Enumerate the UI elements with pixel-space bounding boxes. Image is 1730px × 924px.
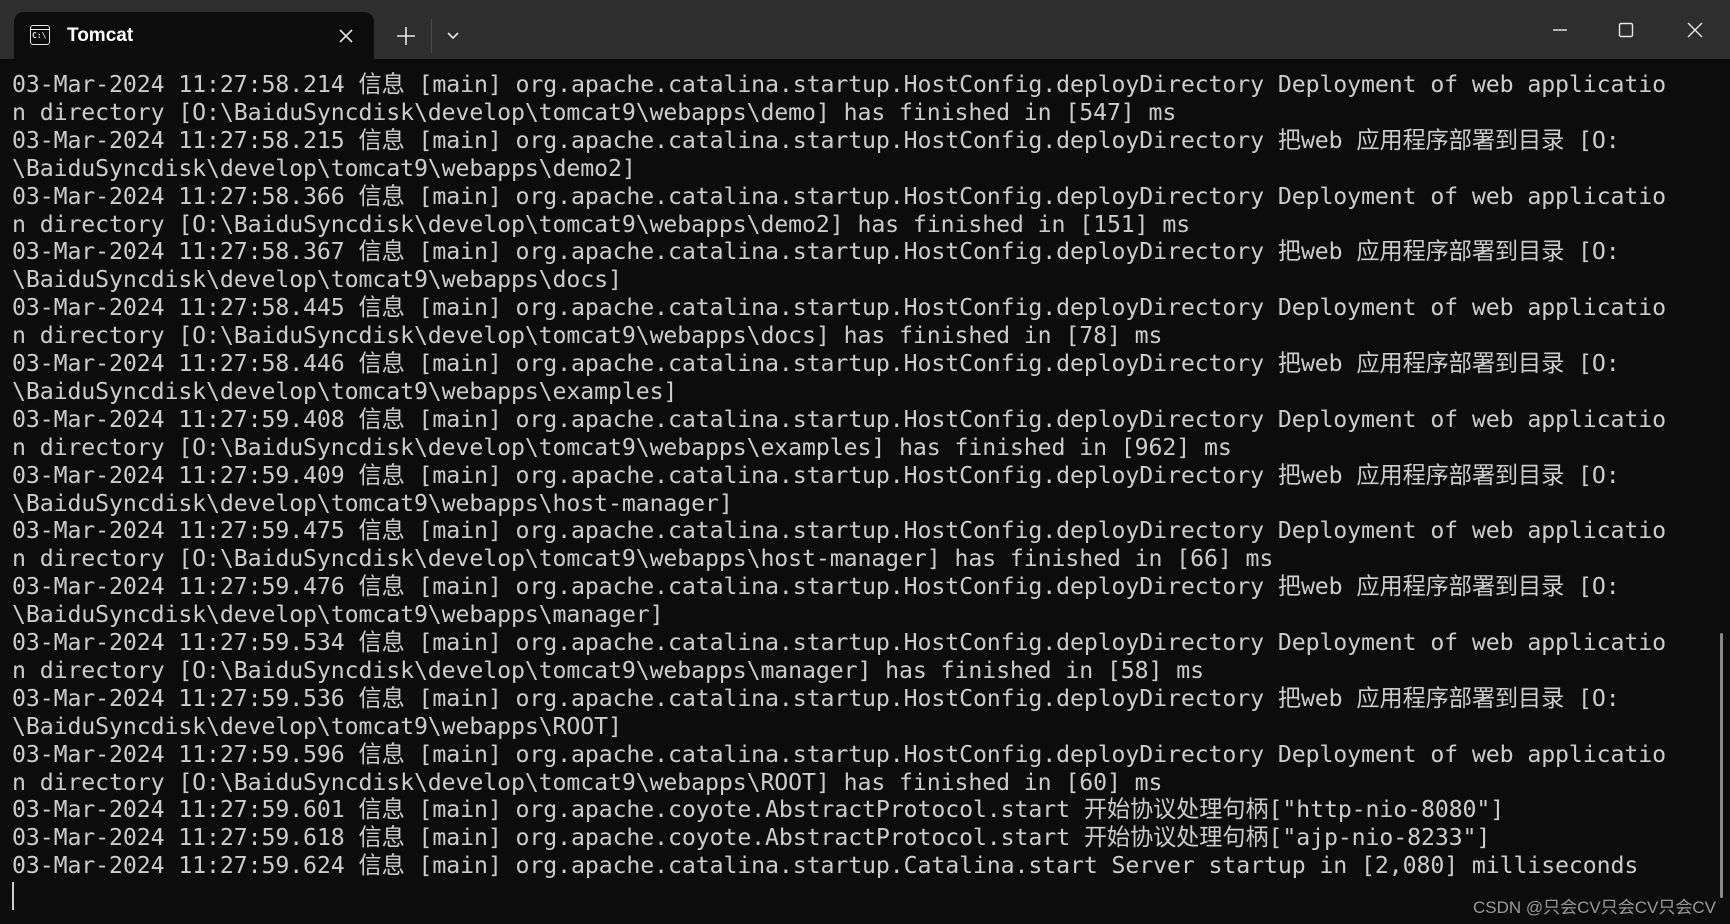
terminal-line: n directory [O:\BaiduSyncdisk\develop\to… bbox=[12, 545, 1274, 573]
terminal-line: 03-Mar-2024 11:27:59.534 信息 [main] org.a… bbox=[12, 629, 1666, 656]
terminal-line: 03-Mar-2024 11:27:58.367 信息 [main] org.a… bbox=[12, 238, 1620, 266]
close-icon bbox=[1687, 22, 1703, 38]
terminal-line: \BaiduSyncdisk\develop\tomcat9\webapps\m… bbox=[12, 601, 664, 629]
terminal-line: n directory [O:\BaiduSyncdisk\develop\to… bbox=[12, 322, 1163, 350]
terminal-line: n directory [O:\BaiduSyncdisk\develop\to… bbox=[12, 433, 1232, 461]
maximize-icon bbox=[1618, 22, 1634, 38]
terminal-line: 03-Mar-2024 11:27:59.475 信息 [main] org.a… bbox=[12, 517, 1666, 545]
terminal-line: 03-Mar-2024 11:27:59.601 信息 [main] org.a… bbox=[12, 796, 1505, 824]
terminal-line: n directory [O:\BaiduSyncdisk\develop\to… bbox=[12, 210, 1191, 238]
terminal-line: n directory [O:\BaiduSyncdisk\develop\to… bbox=[12, 98, 1177, 126]
terminal-line: 03-Mar-2024 11:27:59.596 信息 [main] org.a… bbox=[12, 740, 1666, 768]
terminal-line: 03-Mar-2024 11:27:58.214 信息 [main] org.a… bbox=[12, 71, 1666, 98]
chevron-down-icon bbox=[447, 32, 459, 40]
minimize-button[interactable] bbox=[1540, 14, 1580, 48]
tab-tomcat[interactable]: C:\ Tomcat bbox=[14, 12, 374, 60]
terminal-line: \BaiduSyncdisk\develop\tomcat9\webapps\d… bbox=[12, 154, 636, 182]
terminal-line: \BaiduSyncdisk\develop\tomcat9\webapps\R… bbox=[12, 712, 622, 740]
tab-title: Tomcat bbox=[67, 25, 134, 46]
tab-separator bbox=[431, 19, 432, 53]
new-tab-button[interactable] bbox=[390, 20, 422, 52]
terminal-line: 03-Mar-2024 11:27:58.215 信息 [main] org.a… bbox=[12, 126, 1620, 154]
plus-icon bbox=[397, 27, 415, 45]
terminal-line: 03-Mar-2024 11:27:59.618 信息 [main] org.a… bbox=[12, 824, 1491, 852]
cmd-icon: C:\ bbox=[30, 25, 50, 45]
terminal-line: \BaiduSyncdisk\develop\tomcat9\webapps\e… bbox=[12, 377, 678, 405]
terminal-line: 03-Mar-2024 11:27:59.409 信息 [main] org.a… bbox=[12, 461, 1620, 489]
text-cursor bbox=[12, 882, 14, 911]
title-bar: C:\ Tomcat bbox=[0, 0, 1730, 60]
tab-dropdown-button[interactable] bbox=[440, 22, 466, 48]
scrollbar[interactable] bbox=[1720, 633, 1723, 898]
close-window-button[interactable] bbox=[1675, 14, 1715, 48]
maximize-button[interactable] bbox=[1606, 14, 1646, 48]
terminal-line: \BaiduSyncdisk\develop\tomcat9\webapps\d… bbox=[12, 266, 622, 294]
terminal-line: 03-Mar-2024 11:27:58.445 信息 [main] org.a… bbox=[12, 294, 1666, 322]
terminal-line: 03-Mar-2024 11:27:59.624 信息 [main] org.a… bbox=[12, 852, 1639, 880]
terminal-line: 03-Mar-2024 11:27:59.476 信息 [main] org.a… bbox=[12, 573, 1620, 601]
close-icon bbox=[339, 29, 353, 43]
terminal-output[interactable]: 03-Mar-2024 11:27:58.214 信息 [main] org.a… bbox=[0, 59, 1730, 924]
terminal-line: 03-Mar-2024 11:27:58.366 信息 [main] org.a… bbox=[12, 182, 1666, 210]
watermark: CSDN @只会CV只会CV只会CV bbox=[1473, 898, 1716, 917]
terminal-line: 03-Mar-2024 11:27:59.536 信息 [main] org.a… bbox=[12, 684, 1620, 712]
terminal-line: n directory [O:\BaiduSyncdisk\develop\to… bbox=[12, 656, 1204, 684]
terminal-line: 03-Mar-2024 11:27:58.446 信息 [main] org.a… bbox=[12, 350, 1620, 377]
close-tab-button[interactable] bbox=[332, 22, 360, 50]
terminal-line: \BaiduSyncdisk\develop\tomcat9\webapps\h… bbox=[12, 489, 733, 517]
terminal-line: n directory [O:\BaiduSyncdisk\develop\to… bbox=[12, 768, 1163, 796]
minimize-icon bbox=[1553, 29, 1567, 31]
terminal-line: 03-Mar-2024 11:27:59.408 信息 [main] org.a… bbox=[12, 405, 1666, 433]
